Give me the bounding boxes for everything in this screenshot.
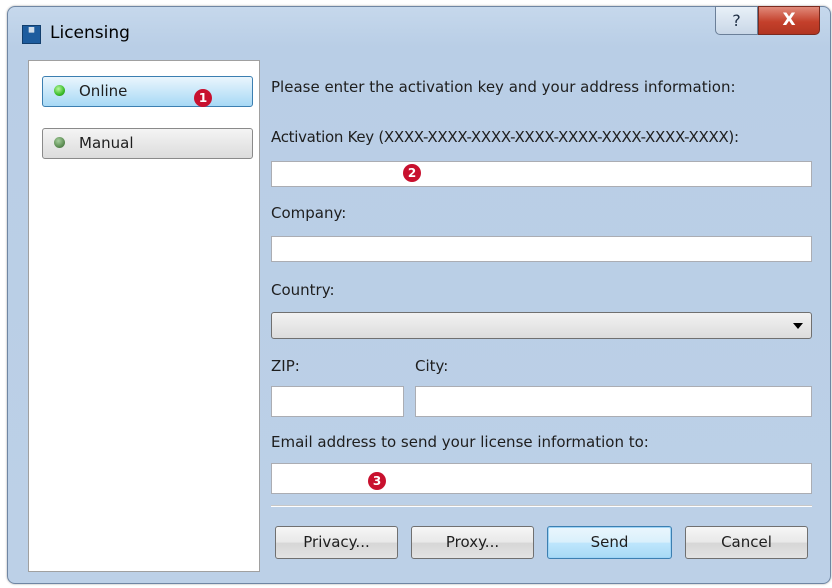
email-input[interactable]: [271, 463, 812, 494]
activation-key-input[interactable]: [271, 161, 812, 187]
zip-input[interactable]: [271, 386, 404, 417]
company-label: Company:: [271, 204, 347, 222]
help-button[interactable]: ?: [715, 6, 758, 35]
email-label: Email address to send your license infor…: [271, 433, 649, 451]
manual-mode-label: Manual: [79, 134, 134, 152]
button-separator: [271, 505, 812, 507]
online-mode-label: Online: [79, 82, 128, 100]
proxy-button[interactable]: Proxy...: [411, 526, 534, 559]
close-button[interactable]: X: [758, 6, 820, 35]
manual-mode-button[interactable]: Manual: [42, 128, 253, 159]
country-label: Country:: [271, 281, 335, 299]
intro-text: Please enter the activation key and your…: [271, 78, 736, 96]
status-led-icon: [54, 85, 65, 96]
callout-badge-1: 1: [194, 89, 212, 107]
window-title: Licensing: [50, 23, 130, 43]
activation-key-label: Activation Key (XXXX-XXXX-XXXX-XXXX-XXXX…: [271, 128, 739, 146]
cancel-button[interactable]: Cancel: [685, 526, 808, 559]
country-select[interactable]: [271, 312, 812, 339]
dropdown-arrow-icon: [793, 323, 803, 329]
zip-label: ZIP:: [271, 357, 300, 375]
online-mode-button[interactable]: Online: [42, 76, 253, 107]
privacy-button[interactable]: Privacy...: [275, 526, 398, 559]
callout-badge-2: 2: [403, 164, 421, 182]
status-led-icon: [54, 137, 65, 148]
city-input[interactable]: [415, 386, 812, 417]
callout-badge-3: 3: [368, 472, 386, 490]
city-label: City:: [415, 357, 449, 375]
company-input[interactable]: [271, 236, 812, 262]
send-button[interactable]: Send: [547, 526, 672, 559]
app-icon: ▦: [22, 25, 41, 44]
